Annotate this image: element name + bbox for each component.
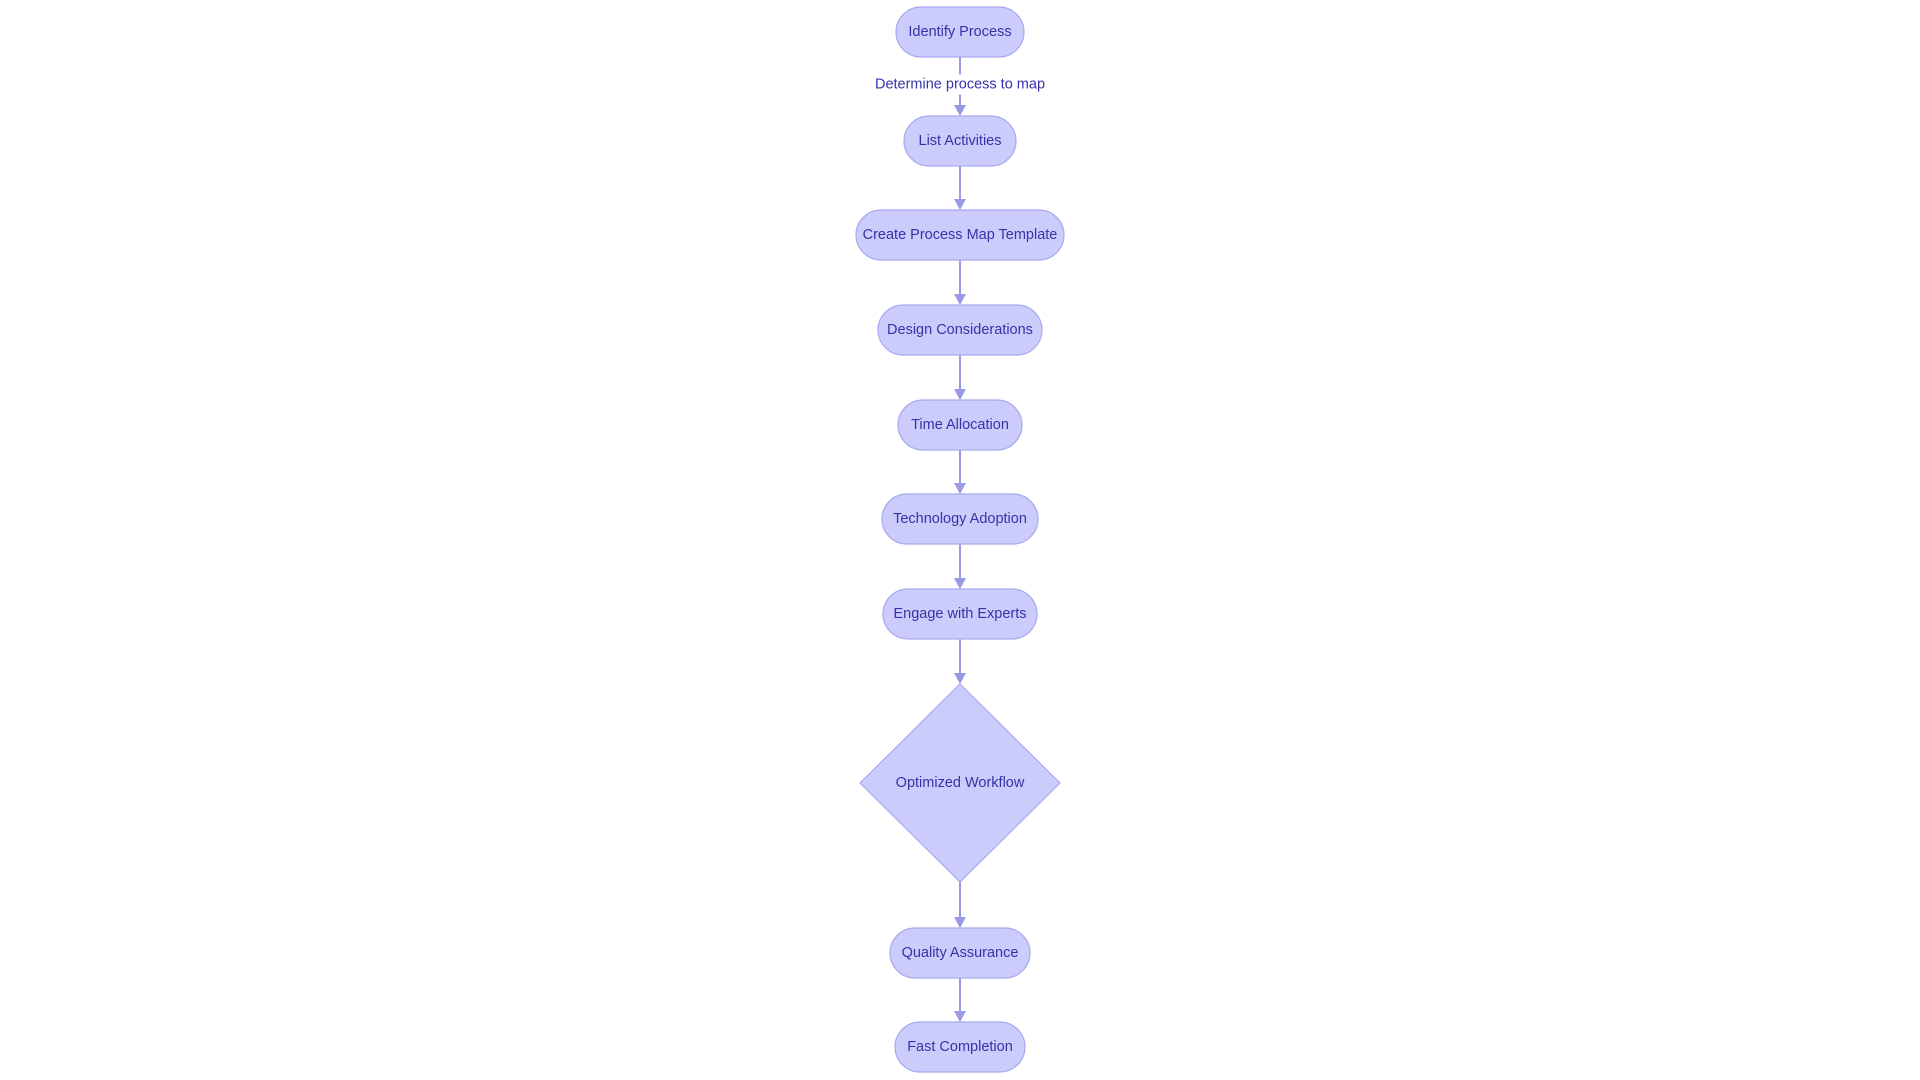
arrowhead-icon — [954, 673, 966, 684]
edge-time-tech — [954, 450, 966, 494]
node-label: Quality Assurance — [902, 945, 1019, 961]
node-label: Engage with Experts — [894, 606, 1027, 622]
node-list: List Activities — [903, 115, 1017, 167]
node-fast: Fast Completion — [894, 1021, 1026, 1073]
arrowhead-icon — [954, 199, 966, 210]
node-identify: Identify Process — [895, 6, 1025, 58]
arrowhead-icon — [954, 294, 966, 305]
arrowhead-icon — [954, 917, 966, 928]
node-label: Technology Adoption — [893, 511, 1027, 527]
edge-template-design — [954, 260, 966, 305]
arrowhead-icon — [954, 578, 966, 589]
edge-tech-experts — [954, 544, 966, 589]
arrowhead-icon — [954, 1011, 966, 1022]
node-label: Time Allocation — [911, 417, 1009, 433]
arrowhead-icon — [954, 105, 966, 116]
edge-identify-list: Determine process to map — [875, 57, 1045, 116]
node-design: Design Considerations — [877, 304, 1043, 356]
node-tech: Technology Adoption — [881, 493, 1039, 545]
node-label: Fast Completion — [907, 1039, 1013, 1055]
node-label: Identify Process — [908, 24, 1011, 40]
node-label: Optimized Workflow — [896, 775, 1025, 791]
edge-qa-fast — [954, 978, 966, 1022]
node-label: Create Process Map Template — [863, 227, 1058, 243]
node-qa: Quality Assurance — [889, 927, 1031, 979]
edge-workflow-qa — [954, 882, 966, 928]
edge-design-time — [954, 355, 966, 400]
node-template: Create Process Map Template — [855, 209, 1065, 261]
node-time: Time Allocation — [897, 399, 1023, 451]
node-label: List Activities — [919, 133, 1002, 149]
node-label: Design Considerations — [887, 322, 1033, 338]
arrowhead-icon — [954, 483, 966, 494]
node-workflow: Optimized Workflow — [859, 683, 1061, 883]
node-experts: Engage with Experts — [882, 588, 1038, 640]
edge-label: Determine process to map — [875, 77, 1045, 93]
edge-experts-workflow — [954, 639, 966, 684]
flowchart: Determine process to map Identify Proces… — [855, 6, 1065, 1073]
arrowhead-icon — [954, 389, 966, 400]
edge-list-template — [954, 166, 966, 210]
